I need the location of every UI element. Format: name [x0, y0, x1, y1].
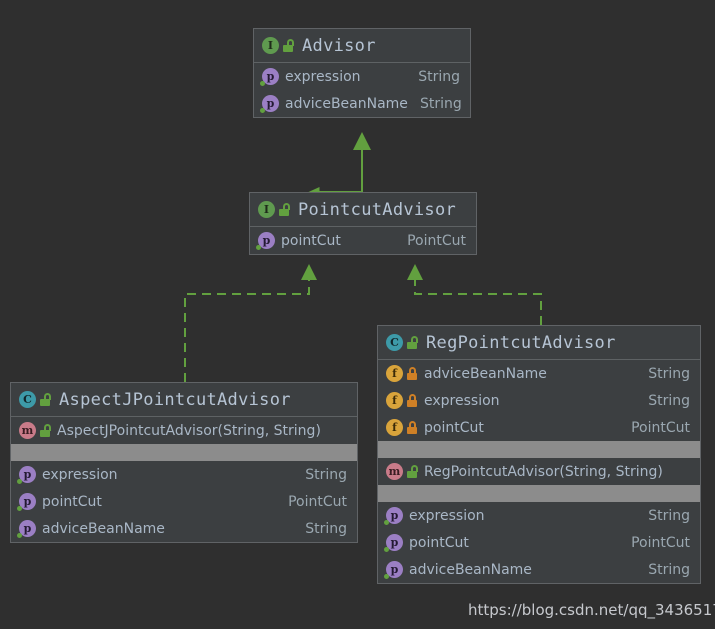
section-separator — [11, 444, 357, 461]
node-section-properties: p expression String p pointCut PointCut … — [11, 461, 357, 542]
property-icon: p — [384, 534, 403, 552]
member-name: adviceBeanName — [409, 561, 532, 578]
node-title-aspectj-pointcut-advisor: C AspectJPointcutAdvisor — [11, 383, 357, 417]
unlocked-padlock-icon — [407, 465, 418, 478]
node-section-members: p pointCut PointCut — [250, 227, 476, 254]
member-type: String — [648, 507, 690, 524]
interface-icon: I — [262, 37, 279, 54]
node-title-pointcut-advisor: I PointcutAdvisor — [250, 193, 476, 227]
node-title-label: PointcutAdvisor — [298, 199, 457, 220]
section-separator — [378, 485, 700, 502]
edge-aspectj-to-pointcutadvisor — [184, 264, 317, 382]
member-row[interactable]: f expression String — [378, 387, 700, 414]
edge-solid-line — [353, 132, 371, 193]
node-title-advisor: I Advisor — [254, 29, 470, 63]
member-row[interactable]: p adviceBeanName String — [378, 556, 700, 583]
node-section-fields: f adviceBeanName String f expression Str… — [378, 360, 700, 441]
field-icon: f — [386, 365, 403, 382]
node-title-label: AspectJPointcutAdvisor — [59, 389, 291, 410]
property-icon: p — [384, 561, 403, 579]
node-title-label: Advisor — [302, 35, 376, 56]
member-row[interactable]: p expression String — [254, 63, 470, 90]
locked-padlock-icon — [407, 394, 418, 407]
member-name: expression — [424, 392, 500, 409]
member-type: String — [648, 561, 690, 578]
field-icon: f — [386, 392, 403, 409]
member-name: expression — [409, 507, 485, 524]
node-title-label: RegPointcutAdvisor — [426, 332, 616, 353]
node-section-constructors: m RegPointcutAdvisor(String, String) — [378, 458, 700, 485]
watermark-text: https://blog.csdn.net/qq_34365173 — [468, 601, 715, 619]
member-type: String — [418, 68, 460, 85]
member-type: String — [648, 392, 690, 409]
unlocked-padlock-icon — [283, 39, 294, 52]
member-name: adviceBeanName — [42, 520, 165, 537]
member-type: String — [419, 95, 462, 112]
node-section-properties: p expression String p pointCut PointCut … — [378, 502, 700, 583]
member-row[interactable]: f adviceBeanName String — [378, 360, 700, 387]
node-title-reg-pointcut-advisor: C RegPointcutAdvisor — [378, 326, 700, 360]
unlocked-padlock-icon — [407, 336, 418, 349]
member-row[interactable]: p adviceBeanName String — [11, 515, 357, 542]
property-icon: p — [256, 232, 275, 250]
member-type: PointCut — [631, 419, 690, 436]
locked-padlock-icon — [407, 421, 418, 434]
property-icon: p — [260, 68, 279, 86]
property-icon: p — [384, 507, 403, 525]
edge-reg-to-pointcutadvisor — [407, 264, 542, 325]
member-name: adviceBeanName — [285, 95, 408, 112]
section-separator — [378, 441, 700, 458]
property-icon: p — [260, 95, 279, 113]
locked-padlock-icon — [407, 367, 418, 380]
member-row[interactable]: p expression String — [11, 461, 357, 488]
member-type: String — [305, 520, 347, 537]
member-name: pointCut — [281, 232, 341, 249]
member-name: AspectJPointcutAdvisor(String, String) — [57, 422, 321, 439]
member-name: adviceBeanName — [424, 365, 547, 382]
uml-node-pointcut-advisor[interactable]: I PointcutAdvisor p pointCut PointCut — [249, 192, 477, 255]
method-icon: m — [19, 422, 36, 439]
member-row[interactable]: p expression String — [378, 502, 700, 529]
property-icon: p — [17, 493, 36, 511]
method-icon: m — [386, 463, 403, 480]
member-type: PointCut — [288, 493, 347, 510]
member-type: String — [648, 365, 690, 382]
unlocked-padlock-icon — [40, 393, 51, 406]
member-row[interactable]: f pointCut PointCut — [378, 414, 700, 441]
member-row[interactable]: p pointCut PointCut — [11, 488, 357, 515]
interface-icon: I — [258, 201, 275, 218]
diagram-canvas: I Advisor p expression String p adviceBe… — [0, 0, 715, 629]
member-row[interactable]: m RegPointcutAdvisor(String, String) — [378, 458, 700, 485]
uml-node-reg-pointcut-advisor[interactable]: C RegPointcutAdvisor f adviceBeanName St… — [377, 325, 701, 584]
member-type: PointCut — [407, 232, 466, 249]
property-icon: p — [17, 520, 36, 538]
member-type: PointCut — [631, 534, 690, 551]
member-row[interactable]: p adviceBeanName String — [254, 90, 470, 117]
member-name: pointCut — [42, 493, 102, 510]
node-section-constructors: m AspectJPointcutAdvisor(String, String) — [11, 417, 357, 444]
member-name: expression — [285, 68, 361, 85]
member-name: expression — [42, 466, 118, 483]
member-row[interactable]: p pointCut PointCut — [378, 529, 700, 556]
field-icon: f — [386, 419, 403, 436]
property-icon: p — [17, 466, 36, 484]
uml-node-advisor[interactable]: I Advisor p expression String p adviceBe… — [253, 28, 471, 118]
member-name: RegPointcutAdvisor(String, String) — [424, 463, 663, 480]
uml-node-aspectj-pointcut-advisor[interactable]: C AspectJPointcutAdvisor m AspectJPointc… — [10, 382, 358, 543]
class-icon: C — [386, 334, 403, 351]
member-name: pointCut — [409, 534, 469, 551]
member-type: String — [305, 466, 347, 483]
unlocked-padlock-icon — [279, 203, 290, 216]
member-row[interactable]: m AspectJPointcutAdvisor(String, String) — [11, 417, 357, 444]
node-section-members: p expression String p adviceBeanName Str… — [254, 63, 470, 117]
member-row[interactable]: p pointCut PointCut — [250, 227, 476, 254]
member-name: pointCut — [424, 419, 484, 436]
class-icon: C — [19, 391, 36, 408]
unlocked-padlock-icon — [40, 424, 51, 437]
